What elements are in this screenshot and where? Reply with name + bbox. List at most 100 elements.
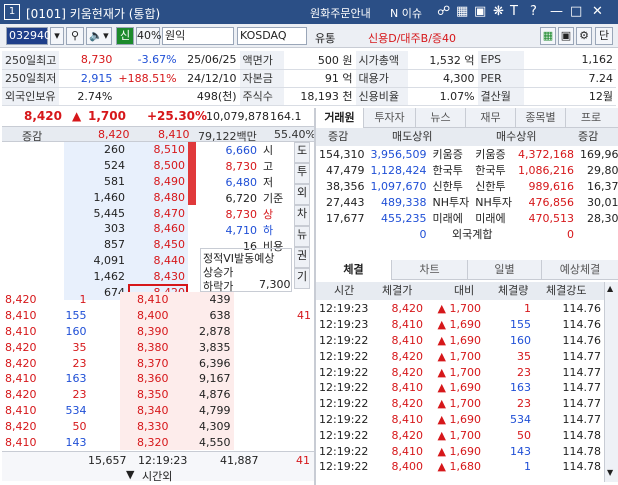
stock-info-table: 250일최고 8,730 -3.67% 25/06/25 액면가 500 원 시…: [2, 51, 616, 106]
best-ask-price: 8,420: [98, 128, 130, 141]
margin-rate-badge: 40%: [136, 27, 161, 45]
info-label[interactable]: EPS: [477, 51, 524, 70]
trade-price: 8,410: [391, 444, 424, 458]
toolbar: 032940 ▾ ⚲ 🔈▾ 신 40% 원익 KOSDAQ 유통 신용D/대주B…: [0, 24, 618, 48]
bid-price[interactable]: 8,410: [119, 292, 172, 308]
grid-icon[interactable]: ▦: [456, 4, 468, 19]
buy-broker[interactable]: 미래에: [472, 210, 515, 226]
bid-price[interactable]: 8,390: [119, 323, 172, 340]
bid-price[interactable]: 8,380: [119, 339, 172, 356]
tab-program[interactable]: 프로: [566, 108, 616, 128]
sell-broker[interactable]: 한국투: [429, 162, 472, 178]
tab-daily[interactable]: 일별: [468, 260, 542, 280]
amount-pct: 55.40%: [274, 128, 316, 141]
broker-row: 17,677455,235미래에미래에470,51328,300: [316, 210, 618, 226]
bid-price[interactable]: 8,360: [119, 370, 172, 387]
minimize-icon[interactable]: —: [550, 4, 563, 19]
issue-link[interactable]: N 이슈: [390, 5, 422, 21]
help-icon[interactable]: ?: [530, 4, 537, 19]
link-icon[interactable]: ☍: [437, 4, 450, 19]
stock-code-input[interactable]: 032940: [6, 27, 51, 45]
bid-price[interactable]: 8,330: [119, 418, 172, 435]
trade-row: 12:19:22 8,420 ▲ 1,700 23 114.77: [316, 396, 604, 412]
info-value: 25/06/25: [179, 51, 240, 70]
tab-executions[interactable]: 체결: [316, 260, 392, 280]
single-view-button[interactable]: 단: [595, 27, 613, 45]
bid-price[interactable]: 8,400: [119, 307, 172, 324]
expand-icon[interactable]: ▼: [126, 468, 134, 481]
speaker-icon[interactable]: 🔈▾: [86, 27, 112, 45]
trade-row: 12:19:22 8,420 ▲ 1,700 23 114.77: [316, 364, 604, 380]
side-tab[interactable]: 외: [294, 184, 310, 205]
side-tab[interactable]: 기: [294, 268, 310, 289]
ask-price[interactable]: 8,510: [128, 142, 188, 158]
stock-name-field[interactable]: 원익: [162, 27, 234, 45]
trade-price: 8,420: [5, 340, 37, 354]
info-label[interactable]: PER: [477, 69, 524, 88]
after-hours-button[interactable]: 시간외: [142, 468, 172, 484]
buy-broker[interactable]: 신한투: [472, 178, 515, 194]
ask-price[interactable]: 8,460: [128, 220, 188, 237]
broker-col-top-sell: 매도상위: [392, 130, 433, 143]
settings-gear-icon[interactable]: ⚙: [576, 27, 592, 45]
tab-investor[interactable]: 투자자: [364, 108, 416, 128]
side-tab[interactable]: 투: [294, 163, 310, 184]
buy-broker[interactable]: NH투자: [472, 194, 515, 210]
tab-by-stock[interactable]: 종목별: [516, 108, 566, 128]
order-guide-link[interactable]: 원화주문안내: [310, 5, 371, 21]
sell-broker[interactable]: 키움증: [429, 146, 472, 162]
side-tab[interactable]: 차: [294, 205, 310, 226]
tab-finance[interactable]: 재무: [466, 108, 516, 128]
info-label: 결산월: [477, 87, 524, 106]
pin-icon[interactable]: ❋: [493, 4, 504, 19]
chart-icon[interactable]: ▦: [540, 27, 556, 45]
ask-price[interactable]: 8,480: [128, 189, 188, 206]
ask-price[interactable]: 8,500: [128, 157, 188, 174]
font-size-icon[interactable]: T: [510, 4, 518, 19]
trade-tab-bar: 체결 차트 일별 예상체결: [316, 260, 618, 280]
sell-broker[interactable]: 미래에: [429, 210, 472, 226]
bid-price[interactable]: 8,370: [119, 355, 172, 371]
ask-price[interactable]: 8,450: [128, 236, 188, 253]
bid-price[interactable]: 8,320: [119, 434, 172, 450]
search-icon[interactable]: ⚲: [66, 27, 84, 45]
info-label: 250일최고: [2, 51, 60, 70]
ask-price[interactable]: 8,470: [128, 205, 188, 221]
info-value: 12월: [523, 87, 616, 106]
trade-price: 8,400: [391, 460, 424, 474]
broker-tab-bar: 거래원 투자자 뉴스 재무 종목별 프로: [316, 108, 618, 128]
tab-broker[interactable]: 거래원: [316, 108, 364, 128]
dropdown-chevron-icon[interactable]: ▾: [50, 27, 64, 45]
tab-chart[interactable]: 차트: [392, 260, 468, 280]
price-info-value: 8,730: [225, 159, 258, 173]
price-info-label: 시: [263, 144, 274, 157]
sell-broker[interactable]: 신한투: [429, 178, 472, 194]
trade-strength: 114.77: [562, 412, 602, 426]
bid-price[interactable]: 8,340: [119, 402, 172, 419]
ask-price[interactable]: 8,440: [128, 252, 188, 269]
buy-broker[interactable]: 한국투: [472, 162, 515, 178]
window-icon[interactable]: ▣: [474, 4, 486, 19]
tab-news[interactable]: 뉴스: [416, 108, 466, 128]
trade-scrollbar[interactable]: ▲ ▼: [604, 282, 618, 482]
scroll-up-icon[interactable]: ▲: [607, 284, 613, 293]
scroll-down-icon[interactable]: ▼: [607, 468, 613, 477]
tab-expected[interactable]: 예상체결: [542, 260, 618, 280]
buy-broker[interactable]: 키움증: [472, 146, 515, 162]
close-icon[interactable]: ✕: [592, 4, 603, 19]
sell-broker[interactable]: NH투자: [429, 194, 472, 210]
price-info-table: 6,660 시 8,730 고 6,480 저 6,720 기준 8,730 상 4,71…: [198, 142, 292, 254]
side-tab[interactable]: 권: [294, 247, 310, 268]
side-tab[interactable]: 뉴: [294, 226, 310, 247]
side-tab[interactable]: 도: [294, 142, 310, 163]
ask-price[interactable]: 8,490: [128, 173, 188, 190]
layout-icon[interactable]: ▣: [558, 27, 574, 45]
trade-qty: 155: [65, 309, 87, 323]
ask-price[interactable]: 8,430: [128, 268, 188, 285]
trade-table: 12:19:23 8,420 ▲ 1,700 1 114.76 12:19:23 8,41…: [316, 301, 604, 475]
maximize-icon[interactable]: □: [570, 4, 582, 19]
new-listing-badge[interactable]: 신: [116, 27, 134, 45]
bid-price[interactable]: 8,350: [119, 386, 172, 403]
info-value: 498(천): [179, 87, 240, 106]
buy-qty: 4,372,168: [517, 147, 574, 161]
